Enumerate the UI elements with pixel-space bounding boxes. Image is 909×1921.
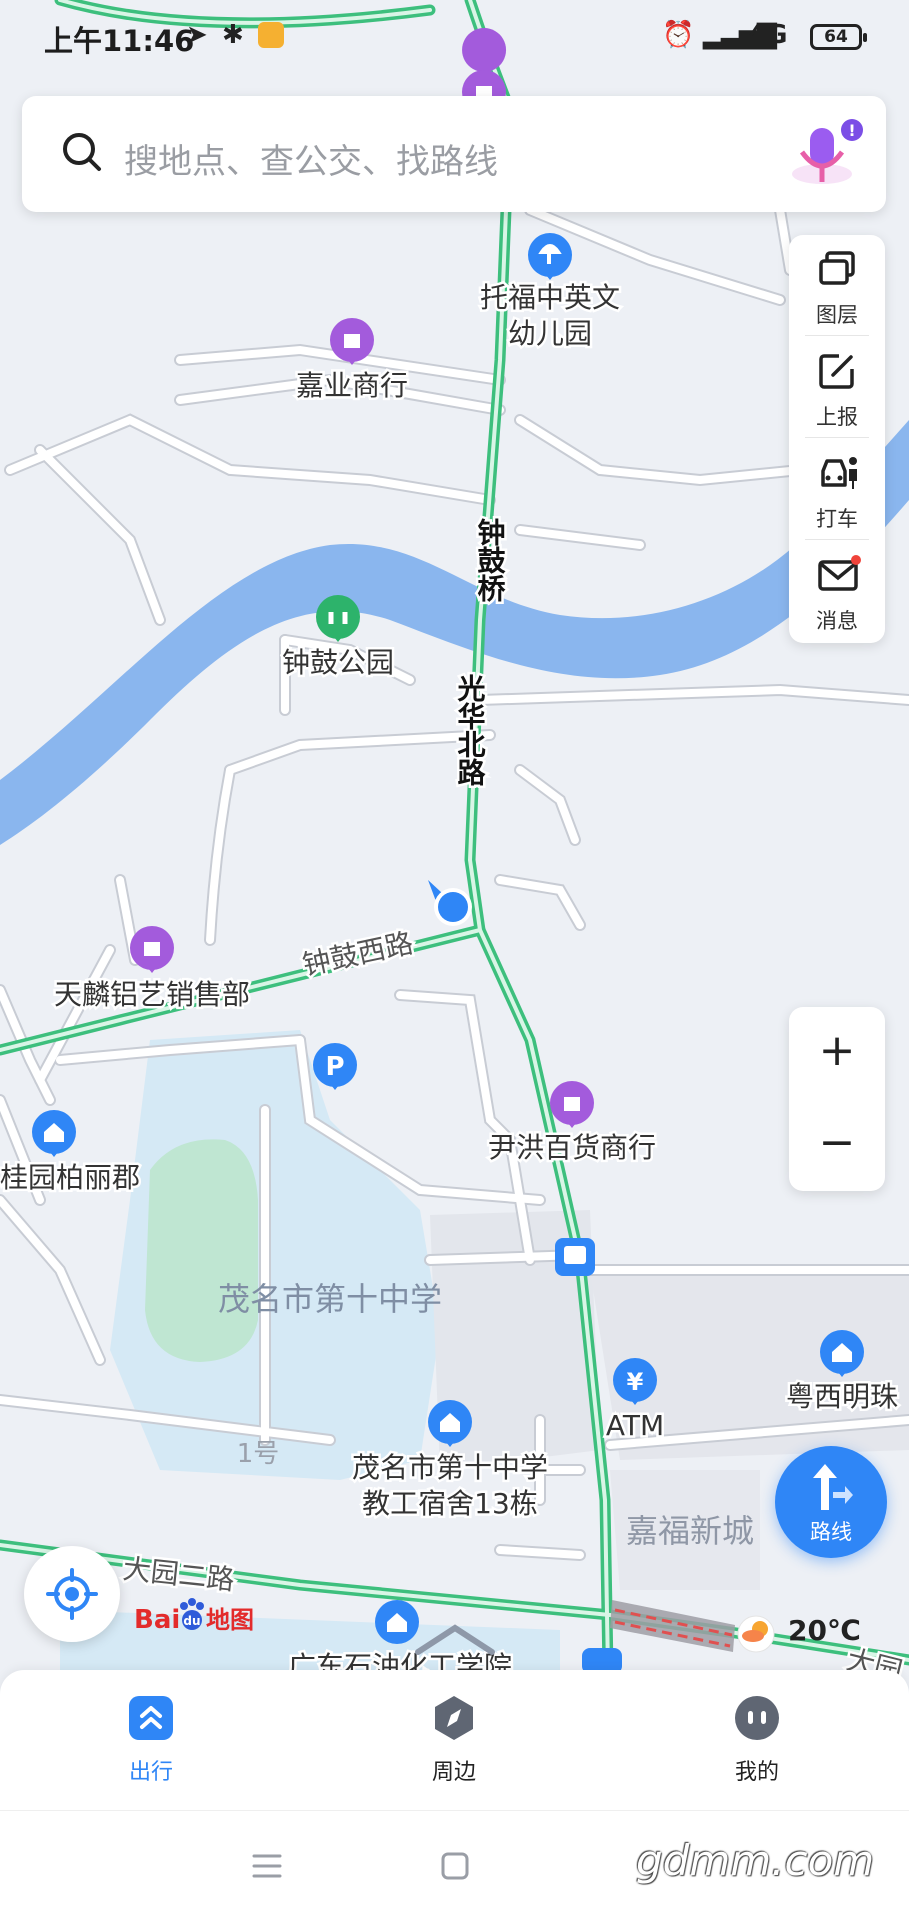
poi-label-jiaye: 嘉业商行 [296, 369, 408, 402]
zoom-out-button[interactable]: − [789, 1099, 885, 1191]
tab-mine[interactable]: 我的 [657, 1670, 857, 1810]
profile-face-icon [735, 1696, 779, 1740]
bottom-tab-bar: 出行 周边 我的 [0, 1670, 909, 1810]
tab-mine-label: 我的 [734, 1760, 779, 1785]
poi-label-tianlin: 天麟铝艺销售部 [54, 978, 250, 1011]
baidu-logo-text: Bai [134, 1605, 180, 1635]
taxi-label: 打车 [816, 507, 858, 531]
layers-button[interactable]: 图层 [789, 235, 885, 335]
search-placeholder: 搜地点、查公交、找路线 [124, 142, 498, 182]
taxi-icon [821, 457, 857, 489]
tab-nearby[interactable]: 周边 [354, 1670, 554, 1810]
compass-icon [435, 1696, 473, 1740]
messages-button[interactable]: 消息 [789, 541, 885, 641]
poi-label-guiyuan: 桂园柏丽郡 [0, 1161, 140, 1194]
home-square-icon[interactable] [440, 1851, 470, 1881]
baidu-map-logo-graphic: Bai du 地图 [134, 1598, 254, 1635]
svg-text:P: P [325, 1052, 344, 1082]
divider [805, 335, 869, 336]
travel-chevrons-icon [129, 1696, 173, 1740]
search-icon [63, 133, 101, 171]
poi-label-tuofu-line2: 幼儿园 [508, 317, 592, 350]
poi-label-dorm-line2: 教工宿舍13栋 [362, 1487, 538, 1520]
menu-icon[interactable] [252, 1853, 282, 1879]
report-edit-icon [819, 354, 854, 389]
layers-icon [819, 251, 855, 285]
status-bar: 上午11:46 ➤ ✱ ⏰ ▂▃▅▇ 4G 64 [0, 0, 909, 76]
route-button[interactable]: 路线 [775, 1446, 887, 1558]
weather-temperature: 20℃ [788, 1614, 861, 1647]
voice-search-icon[interactable]: ! [786, 116, 866, 196]
svg-text:¥: ¥ [627, 1368, 644, 1396]
bluetooth-icon: ✱ [222, 20, 244, 50]
messages-label: 消息 [816, 609, 858, 633]
taxi-button[interactable]: 打车 [789, 439, 885, 539]
poi-label-atm: ATM [606, 1409, 664, 1442]
poi-label-zhonggu-park: 钟鼓公园 [282, 646, 394, 679]
locate-crosshair-icon [46, 1568, 98, 1620]
svg-text:!: ! [848, 121, 855, 140]
svg-text:du: du [183, 1614, 200, 1628]
navigation-arrow-icon: ➤ [186, 20, 208, 50]
route-arrow-icon [813, 1464, 853, 1510]
area-label-school: 茂名市第十中学 [218, 1280, 442, 1318]
zoom-in-button[interactable]: + [789, 1007, 885, 1099]
svg-text:地图: 地图 [206, 1606, 254, 1634]
weather-widget[interactable]: 20℃ [734, 1612, 884, 1653]
notification-app-icon [258, 22, 284, 48]
route-label: 路线 [810, 1520, 852, 1544]
house-number-label: 1号 [237, 1439, 280, 1469]
poi-label-dorm-line1: 茂名市第十中学 [352, 1451, 548, 1484]
watermark-text: gdmm.com [636, 1836, 875, 1885]
poi-label-yinhong: 尹洪百货商行 [488, 1131, 656, 1164]
network-type: 4G [748, 20, 788, 50]
message-envelope-icon [818, 555, 861, 591]
poi-label-tuofu-line1: 托福中英文 [480, 281, 620, 314]
tab-travel-label: 出行 [128, 1760, 173, 1785]
alarm-clock-icon: ⏰ [662, 20, 695, 50]
battery-indicator: 64 [810, 24, 867, 50]
bus-stop-pin-upper[interactable] [555, 1238, 595, 1276]
road-label-zhonggu-bridge-1: 钟鼓桥 [474, 518, 507, 603]
map-tools-panel: 图层 上报 打车 消息 [789, 235, 885, 643]
road-label-guanghua-north: 光华北路 [454, 674, 487, 786]
divider [805, 437, 869, 438]
area-label-jiafu: 嘉福新城 [626, 1512, 754, 1550]
report-button[interactable]: 上报 [789, 337, 885, 437]
status-time: 上午11:46 [44, 24, 195, 58]
tab-travel[interactable]: 出行 [51, 1670, 251, 1810]
layers-label: 图层 [816, 303, 858, 327]
poi-label-yuexi: 粤西明珠 [786, 1380, 898, 1413]
poi-pin-petro[interactable] [375, 1600, 419, 1644]
tab-nearby-label: 周边 [431, 1760, 476, 1785]
search-bar[interactable]: 搜地点、查公交、找路线 ! [22, 96, 886, 212]
baidu-map-logo: Bai du 地图 [134, 1594, 274, 1644]
baidu-paw-icon: du [180, 1598, 204, 1630]
zoom-controls: + − [789, 1007, 885, 1191]
report-label: 上报 [816, 405, 858, 429]
locate-me-button[interactable] [24, 1546, 120, 1642]
divider [805, 539, 869, 540]
weather-partly-cloudy-icon [737, 1615, 775, 1653]
